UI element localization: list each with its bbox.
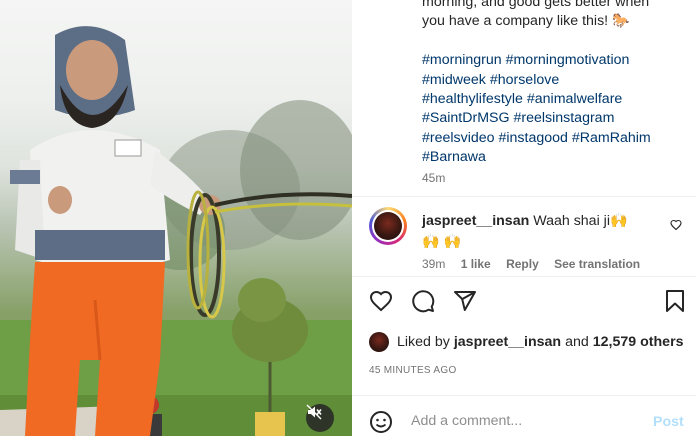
comment-time[interactable]: 39m [422, 257, 445, 271]
caption-timestamp[interactable]: 45m [422, 171, 445, 185]
hashtag-line[interactable]: #Barnawa [422, 148, 682, 167]
divider [352, 196, 696, 197]
liked-by-row: Liked by jaspreet__insan and 12,579 othe… [369, 331, 689, 353]
comment-avatar[interactable] [369, 207, 407, 245]
mute-button[interactable] [306, 404, 334, 432]
share-paper-plane-icon[interactable] [453, 289, 477, 313]
divider [352, 395, 696, 396]
post-media[interactable] [0, 0, 352, 436]
comment-bubble-icon[interactable] [411, 289, 435, 313]
liked-by-count[interactable]: 12,579 others [593, 334, 684, 350]
caption-line: morning, and good gets better when [422, 0, 650, 10]
liker-avatar[interactable] [369, 332, 389, 352]
hashtag-line[interactable]: #midweek #horselove [422, 71, 682, 90]
divider [352, 276, 696, 277]
hashtag-line[interactable]: #SaintDrMSG #reelsinstagram [422, 109, 682, 128]
post-caption: morning, and good gets better when you h… [422, 0, 682, 168]
bookmark-icon[interactable] [663, 289, 687, 313]
reply-button[interactable]: Reply [506, 257, 539, 271]
action-bar [369, 289, 687, 313]
post-timestamp[interactable]: 45 MINUTES AGO [369, 365, 457, 376]
speaker-muted-icon [306, 404, 322, 420]
video-frame [0, 26, 352, 436]
emoji-icon[interactable] [369, 410, 393, 434]
post-comment-button[interactable]: Post [653, 414, 684, 430]
comment-likes[interactable]: 1 like [461, 257, 491, 271]
post-details-panel: morning, and good gets better when you h… [352, 0, 696, 436]
hashtag-line[interactable]: #reelsvideo #instagood #RamRahim [422, 129, 682, 148]
comment-username[interactable]: jaspreet__insan [422, 213, 529, 229]
liked-by-username[interactable]: jaspreet__insan [454, 334, 561, 350]
comment-input[interactable] [409, 412, 633, 430]
caption-line: you have a company like this! 🐎 [422, 13, 630, 30]
comment-meta: 39m 1 like Reply See translation [422, 257, 652, 271]
hashtag-line[interactable]: #morningrun #morningmotivation [422, 51, 682, 70]
heart-icon[interactable] [670, 219, 682, 231]
hashtag-line[interactable]: #healthylifestyle #animalwelfare [422, 90, 682, 109]
like-heart-icon[interactable] [369, 289, 393, 313]
comment-body: jaspreet__insan Waah shai ji🙌 🙌 🙌 [422, 211, 647, 253]
liked-by-middle: and [565, 334, 589, 350]
avatar-image [374, 212, 402, 240]
liked-by-prefix: Liked by [397, 334, 450, 350]
see-translation-button[interactable]: See translation [554, 257, 640, 271]
add-comment-bar: Post [369, 408, 687, 436]
